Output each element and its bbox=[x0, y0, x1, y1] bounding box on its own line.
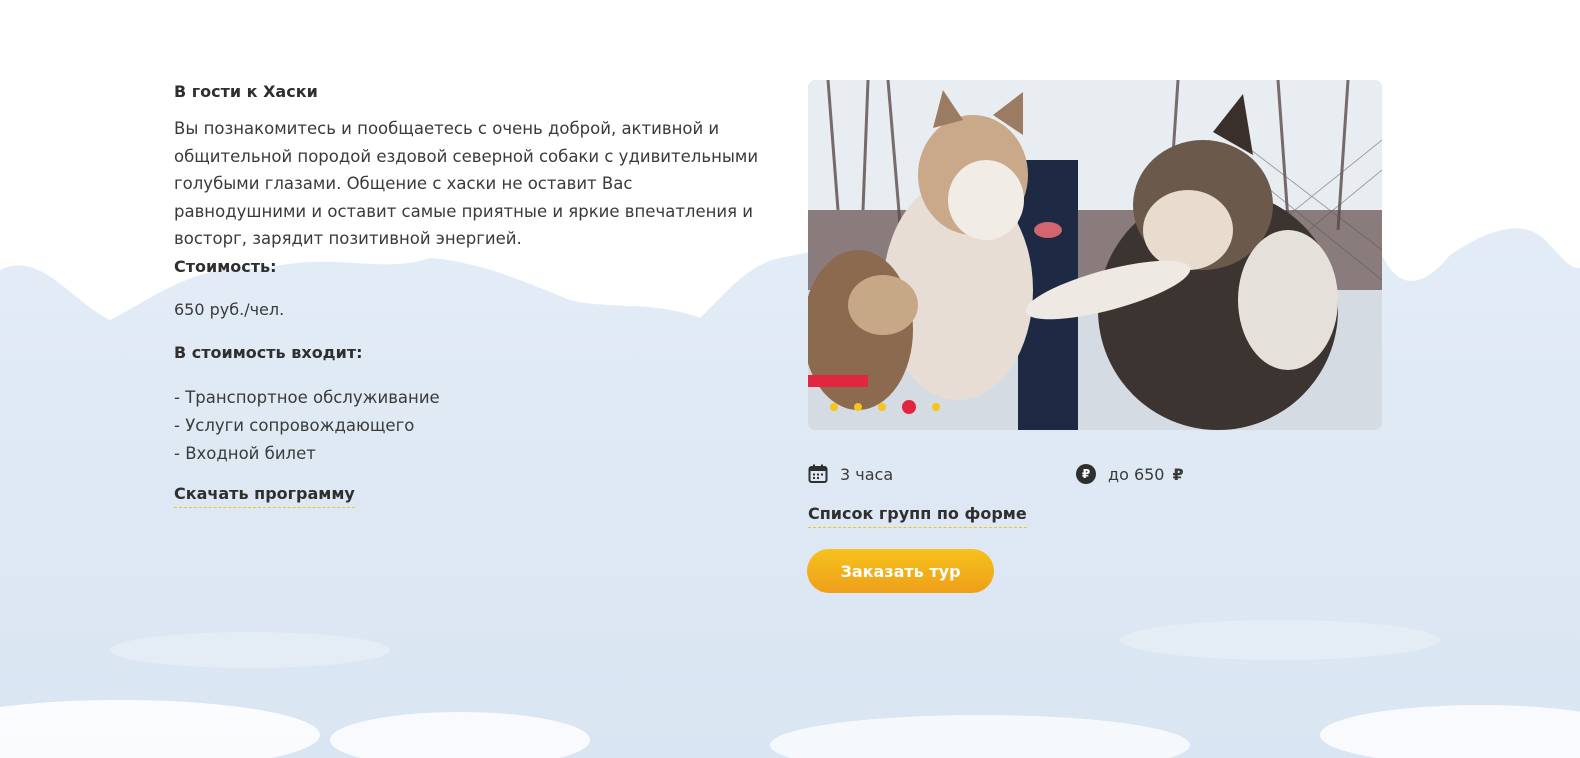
order-tour-button[interactable]: Заказать тур bbox=[807, 549, 994, 593]
slider-dot[interactable] bbox=[878, 403, 886, 411]
cost-value: 650 руб./чел. bbox=[174, 299, 285, 319]
price: ₽ до 650 ₽ bbox=[1076, 464, 1184, 484]
tour-photo-slider[interactable] bbox=[808, 80, 1382, 430]
calendar-icon bbox=[808, 464, 828, 483]
groups-list-link[interactable]: Список групп по форме bbox=[808, 504, 1027, 528]
slider-dot[interactable] bbox=[932, 403, 940, 411]
tour-info: В гости к Хаски Вы познакомитесь и пообщ… bbox=[174, 82, 764, 508]
tour-description: Вы познакомитесь и пообщаетесь с очень д… bbox=[174, 119, 759, 248]
download-program-link[interactable]: Скачать программу bbox=[174, 484, 355, 508]
slider-dot[interactable] bbox=[830, 403, 838, 411]
tour-meta: 3 часа ₽ до 650 ₽ bbox=[808, 464, 1382, 488]
slider-dot-active[interactable] bbox=[902, 400, 916, 414]
slider-dot[interactable] bbox=[854, 403, 862, 411]
included-item: - Услуги сопровождающего bbox=[174, 415, 415, 435]
husky-photo bbox=[808, 80, 1382, 430]
included-item: - Входной билет bbox=[174, 443, 316, 463]
included-item: - Транспортное обслуживание bbox=[174, 387, 440, 407]
included-label: В стоимость входит: bbox=[174, 342, 363, 362]
price-value: до 650 bbox=[1108, 464, 1165, 484]
cost-label: Стоимость: bbox=[174, 256, 277, 276]
included-list: - Транспортное обслуживание - Услуги соп… bbox=[174, 384, 764, 468]
currency-sign: ₽ bbox=[1172, 464, 1184, 484]
duration: 3 часа bbox=[808, 464, 893, 484]
duration-value: 3 часа bbox=[840, 464, 894, 484]
slider-dots bbox=[830, 400, 940, 414]
ruble-coin-icon: ₽ bbox=[1076, 464, 1096, 484]
tour-title: В гости к Хаски bbox=[174, 82, 318, 101]
